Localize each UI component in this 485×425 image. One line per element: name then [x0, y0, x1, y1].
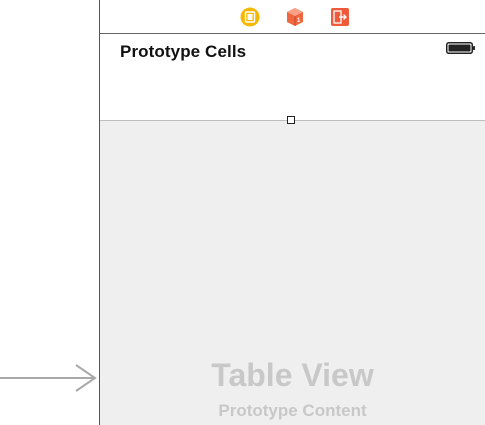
first-responder-icon[interactable]: 1: [285, 7, 305, 27]
navigation-area: Prototype Cells: [100, 34, 485, 120]
table-view[interactable]: Table View Prototype Content: [100, 116, 485, 425]
nav-title: Prototype Cells: [120, 42, 247, 61]
storyboard-scene[interactable]: 1 Prototype Cells Table View Prototype C…: [99, 0, 485, 425]
table-view-subtitle: Prototype Content: [218, 401, 367, 420]
initial-view-controller-arrow[interactable]: [0, 364, 98, 392]
scene-dock: 1: [100, 0, 485, 34]
resize-handle[interactable]: [287, 116, 295, 124]
table-view-title: Table View: [211, 357, 374, 393]
view-controller-icon[interactable]: [240, 7, 260, 27]
battery-icon: [446, 41, 476, 54]
exit-icon[interactable]: [330, 7, 350, 27]
